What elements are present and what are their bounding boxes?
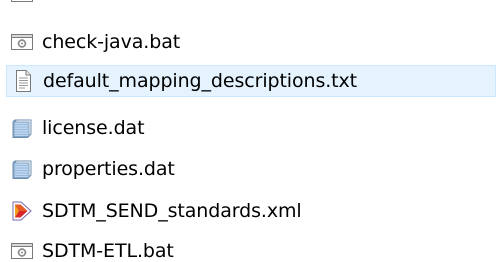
file-list: check-java.bat default_mapping_descripti… [0,0,500,262]
file-list-item[interactable]: check-java.bat [6,26,256,58]
file-name: default_mapping_descriptions.txt [43,70,358,92]
file-name: license.dat [42,117,145,139]
file-list-item[interactable]: properties.dat [6,153,256,185]
text-document-icon [11,69,35,93]
batch-file-icon [10,239,34,262]
batch-file-icon [10,0,34,6]
file-list-item[interactable]: SDTM-ETL.bat [6,235,256,262]
file-list-item[interactable]: default_mapping_descriptions.txt [6,65,496,97]
file-name: properties.dat [42,158,175,180]
file-name: SDTM_SEND_standards.xml [42,200,302,222]
data-file-icon [10,116,34,140]
xml-file-icon [10,199,34,223]
file-list-item[interactable] [6,0,126,10]
file-name: SDTM-ETL.bat [42,240,174,262]
data-file-icon [10,157,34,181]
file-list-item[interactable]: license.dat [6,112,256,144]
batch-file-icon [10,30,34,54]
file-name: check-java.bat [42,31,181,53]
file-list-item[interactable]: SDTM_SEND_standards.xml [6,195,366,227]
